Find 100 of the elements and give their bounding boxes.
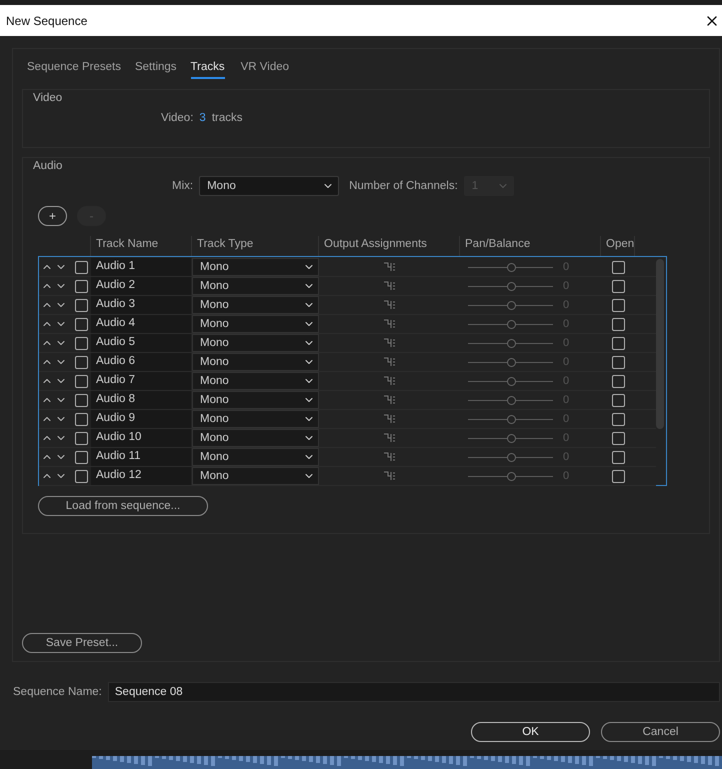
track-type-dropdown[interactable]: Mono (192, 410, 319, 428)
load-from-sequence-button[interactable]: Load from sequence... (38, 496, 208, 516)
routing-icon[interactable] (384, 300, 395, 310)
track-type-dropdown[interactable]: Mono (192, 258, 319, 276)
routing-icon[interactable] (384, 471, 395, 481)
track-type-dropdown[interactable]: Mono (192, 429, 319, 447)
open-checkbox[interactable] (612, 374, 624, 388)
routing-icon[interactable] (384, 357, 395, 367)
tab[interactable]: Settings (134, 55, 177, 79)
track-checkbox[interactable] (75, 298, 88, 312)
routing-icon[interactable] (384, 319, 395, 329)
open-checkbox[interactable] (612, 318, 624, 330)
pan-slider[interactable] (468, 434, 553, 442)
pan-slider[interactable] (468, 396, 553, 404)
slider-thumb[interactable] (506, 434, 516, 442)
track-name-field[interactable]: Audio 1 (91, 258, 191, 276)
track-type-dropdown[interactable]: Mono (192, 467, 319, 485)
pan-slider[interactable] (468, 262, 553, 272)
track-name-field[interactable]: Audio 2 (91, 277, 191, 295)
track-name-field[interactable]: Audio 8 (91, 391, 191, 409)
track-type-dropdown[interactable]: Mono (192, 448, 319, 466)
tracks-unit: tracks (212, 112, 242, 124)
track-name-field[interactable]: Audio 10 (91, 429, 191, 447)
sequence-name-field[interactable]: Sequence 08 (108, 682, 720, 702)
slider-thumb[interactable] (506, 300, 516, 310)
pan-slider[interactable] (468, 338, 553, 348)
save-preset-button[interactable]: Save Preset... (22, 633, 142, 653)
open-checkbox[interactable] (612, 412, 624, 426)
open-checkbox[interactable] (612, 356, 624, 368)
add-track-button[interactable]: + (38, 206, 67, 226)
ok-button[interactable]: OK (471, 722, 590, 742)
track-checkbox[interactable] (75, 412, 88, 426)
track-checkbox[interactable] (75, 450, 88, 464)
mix-dropdown[interactable]: Mono (199, 176, 340, 196)
open-checkbox[interactable] (612, 470, 624, 482)
pan-slider[interactable] (468, 376, 553, 386)
track-type-dropdown[interactable]: Mono (192, 391, 319, 409)
track-checkbox[interactable] (75, 394, 88, 406)
window-title: New Sequence (6, 14, 88, 28)
track-name-field[interactable]: Audio 3 (91, 296, 191, 314)
tab[interactable]: Tracks (190, 55, 225, 79)
track-type-dropdown[interactable]: Mono (192, 353, 319, 371)
pan-slider[interactable] (468, 320, 553, 328)
cancel-button[interactable]: Cancel (601, 722, 720, 742)
pan-slider[interactable] (468, 300, 553, 310)
track-checkbox[interactable] (75, 336, 88, 350)
pan-slider[interactable] (468, 358, 553, 366)
track-name-field[interactable]: Audio 4 (91, 315, 191, 333)
open-checkbox[interactable] (612, 450, 624, 464)
track-name-field[interactable]: Audio 12 (91, 467, 191, 485)
slider-thumb[interactable] (506, 452, 516, 462)
track-checkbox[interactable] (75, 260, 88, 274)
routing-icon[interactable] (384, 452, 395, 462)
track-name-field[interactable]: Audio 9 (91, 410, 191, 428)
track-type-dropdown[interactable]: Mono (192, 372, 319, 390)
tab[interactable]: Sequence Presets (27, 55, 121, 79)
track-checkbox[interactable] (75, 356, 88, 368)
track-checkbox[interactable] (75, 280, 88, 292)
routing-icon[interactable] (384, 376, 395, 386)
track-checkbox[interactable] (75, 318, 88, 330)
routing-icon[interactable] (384, 414, 395, 424)
pan-slider[interactable] (468, 414, 553, 424)
routing-icon[interactable] (384, 395, 395, 405)
slider-thumb[interactable] (506, 320, 516, 328)
open-checkbox[interactable] (612, 394, 624, 406)
track-type-dropdown[interactable]: Mono (192, 296, 319, 314)
tab[interactable]: VR Video (240, 55, 290, 79)
slider-thumb[interactable] (506, 414, 516, 424)
track-count[interactable]: 3 (199, 112, 206, 124)
open-checkbox[interactable] (612, 336, 624, 350)
pan-slider[interactable] (468, 452, 553, 462)
track-type-dropdown[interactable]: Mono (192, 277, 319, 295)
track-type-dropdown[interactable]: Mono (192, 334, 319, 352)
open-checkbox[interactable] (612, 432, 624, 444)
track-type-dropdown[interactable]: Mono (192, 315, 319, 333)
track-name-field[interactable]: Audio 11 (91, 448, 191, 466)
slider-thumb[interactable] (506, 396, 516, 404)
open-checkbox[interactable] (612, 260, 624, 274)
slider-thumb[interactable] (506, 338, 516, 348)
slider-thumb[interactable] (506, 376, 516, 386)
routing-icon[interactable] (384, 262, 395, 272)
routing-icon[interactable] (384, 281, 395, 291)
routing-icon[interactable] (384, 338, 395, 348)
slider-thumb[interactable] (506, 472, 516, 480)
routing-icon[interactable] (384, 433, 395, 443)
slider-thumb[interactable] (506, 262, 516, 272)
track-name-field[interactable]: Audio 7 (91, 372, 191, 390)
pan-slider[interactable] (468, 282, 553, 290)
track-checkbox[interactable] (75, 470, 88, 482)
column-header: Pan/Balance (459, 236, 600, 256)
track-name-field[interactable]: Audio 5 (91, 334, 191, 352)
track-name-field[interactable]: Audio 6 (91, 353, 191, 371)
mix-label: Mix: (172, 180, 194, 192)
pan-slider[interactable] (468, 472, 553, 480)
track-checkbox[interactable] (75, 374, 88, 388)
slider-thumb[interactable] (506, 358, 516, 366)
slider-thumb[interactable] (506, 282, 516, 290)
open-checkbox[interactable] (612, 298, 624, 312)
track-checkbox[interactable] (75, 432, 88, 444)
open-checkbox[interactable] (612, 280, 624, 292)
